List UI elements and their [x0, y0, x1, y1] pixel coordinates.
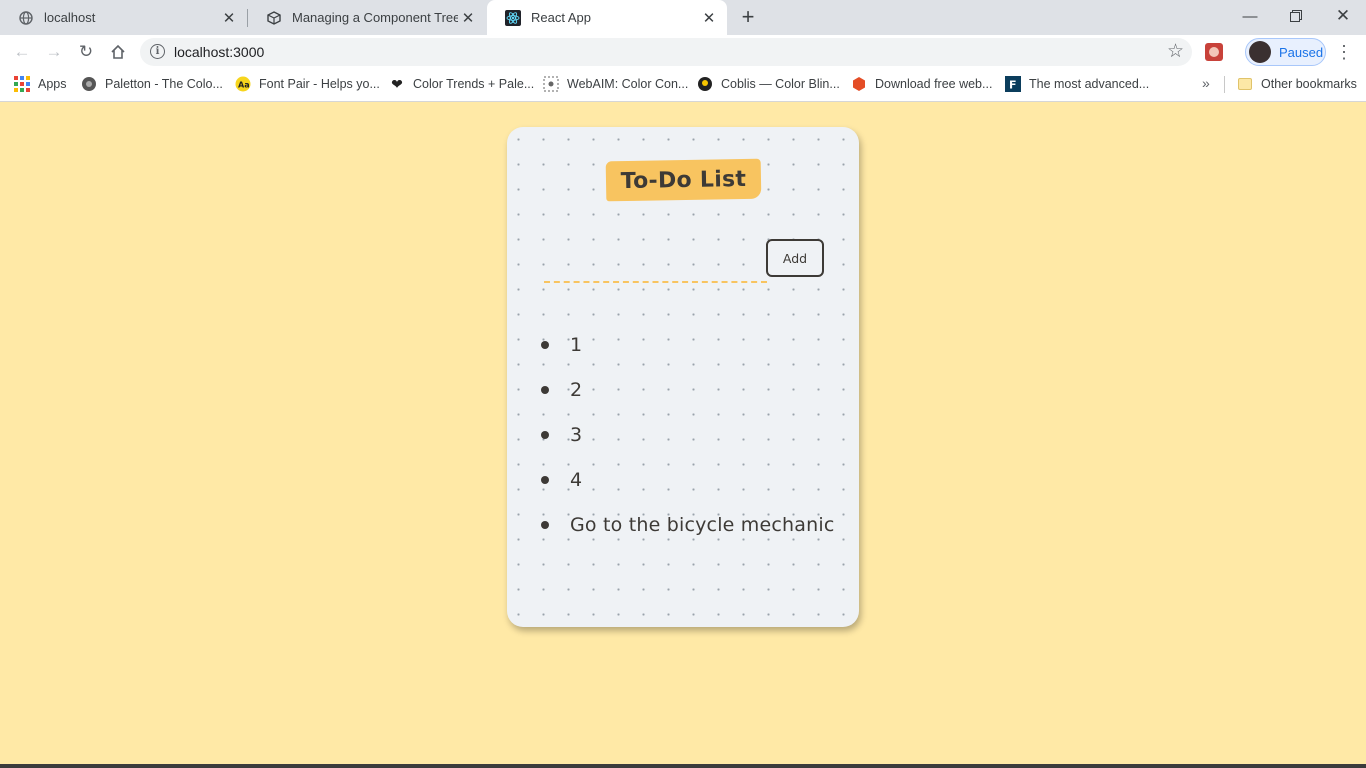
- chevron-more-icon[interactable]: »: [1202, 75, 1210, 91]
- bookmark-webaim[interactable]: WebAIM: Color Con...: [543, 68, 688, 100]
- tab-strip: localhost ✕ Managing a Component Tree Pr…: [0, 0, 1366, 35]
- tab-title: localhost: [44, 10, 96, 25]
- todo-list: 1 2 3 4 Go to the bicycle mechanic: [540, 322, 850, 547]
- hexagon-icon: [851, 76, 867, 92]
- list-item[interactable]: 4: [540, 457, 850, 502]
- globe-icon: [18, 10, 34, 26]
- tab-title: Managing a Component Tree Pra: [292, 10, 458, 25]
- bullet-icon: [541, 475, 549, 484]
- home-button[interactable]: [105, 39, 131, 65]
- heart-icon: ❤: [391, 75, 403, 92]
- item-text: 4: [570, 468, 583, 491]
- todo-card: To-Do List Add 1 2 3 4 Go to the bicycle…: [507, 127, 859, 627]
- bullet-icon: [541, 340, 549, 349]
- close-icon[interactable]: ✕: [699, 8, 719, 28]
- svg-text:Aa: Aa: [238, 81, 250, 90]
- avatar: [1249, 41, 1271, 63]
- bookmark-label: Color Trends + Pale...: [413, 77, 535, 91]
- folder-icon: [1237, 76, 1253, 92]
- paletton-icon: [81, 76, 97, 92]
- svg-text:F: F: [1009, 79, 1017, 92]
- profile-status: Paused: [1279, 44, 1324, 60]
- bookmark-download-free[interactable]: Download free web...: [851, 68, 992, 100]
- bookmarks-bar: Apps Paletton - The Colo... Aa Font Pair…: [0, 68, 1366, 102]
- close-window-button[interactable]: ✕: [1320, 0, 1366, 32]
- bookmark-label: Font Pair - Helps yo...: [259, 77, 380, 91]
- react-icon: [505, 9, 521, 26]
- apps-grid-icon: [14, 76, 30, 92]
- tab-react-app[interactable]: React App ✕: [487, 0, 727, 35]
- star-icon[interactable]: ☆: [1167, 40, 1184, 63]
- fontpair-icon: Aa: [235, 76, 251, 92]
- tab-localhost[interactable]: localhost ✕: [0, 0, 247, 35]
- item-text: 2: [570, 378, 583, 401]
- bookmark-label: Other bookmarks: [1261, 77, 1357, 91]
- forward-button[interactable]: →: [41, 39, 67, 65]
- restore-button[interactable]: [1273, 0, 1319, 32]
- taskbar-edge: [0, 764, 1366, 768]
- new-tab-button[interactable]: +: [736, 5, 760, 29]
- tab-title: React App: [531, 10, 591, 25]
- list-item[interactable]: Go to the bicycle mechanic: [540, 502, 850, 547]
- list-item[interactable]: 3: [540, 412, 850, 457]
- item-text: 3: [570, 423, 583, 446]
- browser-toolbar: ← → ↻ i localhost:3000 ☆: [0, 35, 1366, 68]
- bullet-icon: [541, 385, 549, 394]
- f-icon: F: [1005, 76, 1021, 92]
- more-menu-icon[interactable]: ⋮: [1334, 42, 1354, 62]
- todo-input[interactable]: [544, 259, 767, 283]
- bookmark-apps[interactable]: Apps: [14, 68, 67, 100]
- bookmark-paletton[interactable]: Paletton - The Colo...: [81, 68, 223, 100]
- back-button[interactable]: ←: [9, 39, 35, 65]
- minimize-button[interactable]: —: [1227, 0, 1273, 32]
- bookmark-label: Download free web...: [875, 77, 993, 91]
- bookmark-other[interactable]: Other bookmarks: [1237, 68, 1357, 100]
- info-icon[interactable]: i: [150, 44, 165, 59]
- item-text: Go to the bicycle mechanic: [570, 513, 835, 536]
- profile-button[interactable]: Paused: [1245, 38, 1326, 66]
- item-text: 1: [570, 333, 583, 356]
- extension-icon[interactable]: [1205, 43, 1223, 61]
- home-icon: [111, 44, 125, 59]
- bookmark-color-trends[interactable]: ❤ Color Trends + Pale...: [389, 68, 534, 100]
- tab-managing-component-tree[interactable]: Managing a Component Tree Pra ✕: [248, 0, 486, 35]
- list-item[interactable]: 1: [540, 322, 850, 367]
- heading-banner: To-Do List: [605, 158, 762, 202]
- bookmark-label: WebAIM: Color Con...: [567, 77, 689, 91]
- codesandbox-icon: [266, 10, 282, 26]
- page-title: To-Do List: [620, 166, 747, 194]
- add-button[interactable]: Add: [766, 239, 824, 277]
- bullet-icon: [541, 520, 549, 529]
- bookmark-most-advanced[interactable]: F The most advanced...: [1005, 68, 1149, 100]
- url-text[interactable]: localhost:3000: [174, 44, 264, 60]
- bookmark-label: The most advanced...: [1029, 77, 1150, 91]
- bookmark-fontpair[interactable]: Aa Font Pair - Helps yo...: [235, 68, 380, 100]
- bookmark-coblis[interactable]: Coblis — Color Blin...: [697, 68, 840, 100]
- bookmark-label: Paletton - The Colo...: [105, 77, 223, 91]
- list-item[interactable]: 2: [540, 367, 850, 412]
- close-icon[interactable]: ✕: [219, 8, 239, 28]
- reload-button[interactable]: ↻: [73, 39, 99, 65]
- bookmarks-divider: [1224, 76, 1225, 93]
- bullet-icon: [541, 430, 549, 439]
- coblis-icon: [697, 76, 713, 92]
- bookmark-label: Apps: [38, 77, 67, 91]
- webaim-icon: [543, 76, 559, 92]
- close-icon[interactable]: ✕: [458, 8, 478, 28]
- bookmark-label: Coblis — Color Blin...: [721, 77, 840, 91]
- address-bar[interactable]: i localhost:3000 ☆: [140, 38, 1192, 66]
